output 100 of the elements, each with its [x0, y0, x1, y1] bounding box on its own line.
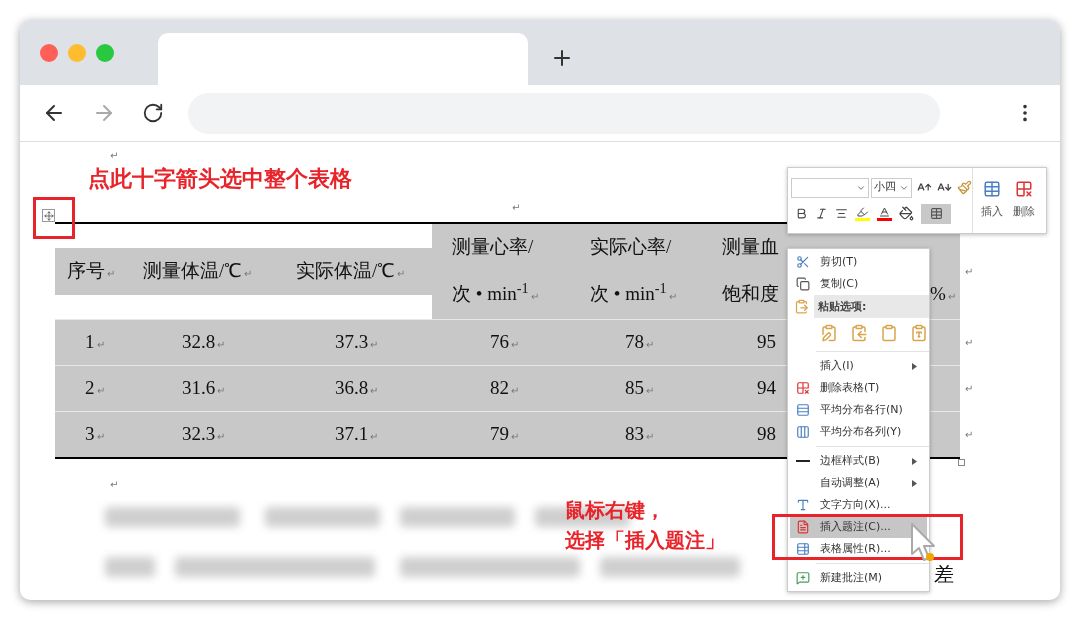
paragraph-mark: ↵: [646, 431, 654, 443]
paragraph-mark: ↵: [530, 291, 539, 303]
menu-item[interactable]: 平均分布各行(N): [790, 399, 927, 421]
paragraph-mark: ↵: [965, 265, 973, 279]
copy-icon: [796, 277, 810, 291]
scissors-icon: [796, 255, 810, 269]
reload-icon[interactable]: [142, 102, 164, 124]
table-cell-text: 2↵: [85, 376, 105, 401]
table-cell-text: 85↵: [625, 376, 654, 401]
paragraph-mark: ↵: [965, 427, 973, 442]
submenu-arrow-icon: [912, 479, 917, 487]
table-cell-text: 95: [757, 330, 776, 355]
text-direction-icon: [796, 498, 810, 512]
bold-icon[interactable]: [795, 207, 808, 220]
paste-picture-icon[interactable]: [880, 324, 898, 342]
table-cell-text: 82↵: [490, 376, 519, 401]
paste-text-icon[interactable]: [910, 324, 928, 342]
rows-icon: [796, 403, 810, 417]
menu-section-header: 粘贴选项:: [814, 295, 929, 318]
table-cell-text: 76↵: [490, 330, 519, 355]
annotation-line: 鼠标右键，: [565, 497, 666, 524]
insert-button[interactable]: 插入: [981, 180, 1003, 221]
column-header: %↵: [930, 282, 956, 307]
paragraph-mark: ↵: [110, 150, 119, 161]
menu-item[interactable]: 复制(C): [790, 273, 927, 295]
paragraph-mark: ↵: [244, 268, 253, 280]
comment-icon: [796, 571, 810, 585]
column-header: 测量体温/℃↵: [143, 259, 253, 284]
paragraph-mark: ↵: [370, 339, 379, 351]
highlighter-icon[interactable]: [855, 206, 870, 221]
paragraph-mark: ↵: [512, 202, 521, 213]
menu-item[interactable]: 边框样式(B): [790, 450, 927, 472]
font-name-field[interactable]: [791, 177, 869, 198]
paragraph-mark: ↵: [511, 385, 519, 397]
paste-keep-format-icon[interactable]: [820, 324, 838, 342]
resize-handle[interactable]: [958, 459, 965, 466]
menu-item[interactable]: 剪切(T): [790, 251, 927, 273]
table-delete-icon: [1015, 180, 1033, 199]
annotation-text: 点此十字箭头选中整个表格: [88, 165, 352, 193]
table-icon: [983, 180, 1001, 199]
paragraph-mark: ↵: [370, 431, 379, 443]
table-cell-text: 3↵: [85, 422, 105, 447]
paragraph-mark: ↵: [217, 431, 226, 443]
delete-button[interactable]: 删除: [1013, 180, 1035, 221]
table-cell-text: 79↵: [490, 422, 519, 447]
table-cell-text: 37.1↵: [335, 422, 379, 447]
italic-icon[interactable]: [815, 207, 828, 220]
paragraph-mark: ↵: [947, 291, 956, 303]
align-center-icon[interactable]: [835, 207, 848, 220]
font-size-field[interactable]: 小四: [870, 177, 913, 198]
format-painter-icon[interactable]: [957, 180, 972, 195]
paragraph-mark: ↵: [96, 431, 105, 443]
table-cell-text: 78↵: [625, 330, 654, 355]
column-header: 饱和度: [722, 282, 779, 307]
paragraph-mark: ↵: [965, 335, 973, 350]
borders-button[interactable]: [921, 203, 951, 224]
font-color-icon[interactable]: [877, 206, 892, 221]
paragraph-mark: ↵: [646, 385, 654, 397]
body-text: 差: [934, 562, 954, 587]
paragraph-mark: ↵: [96, 385, 105, 397]
highlight-frame: [33, 197, 75, 239]
menu-item[interactable]: 自动调整(A): [790, 472, 927, 494]
line-icon: [796, 460, 810, 462]
column-header: 序号↵: [67, 259, 115, 284]
paragraph-mark: ↵: [217, 385, 226, 397]
paragraph-mark: ↵: [668, 291, 677, 303]
columns-icon: [796, 425, 810, 439]
borders-icon: [929, 207, 943, 220]
paragraph-mark: ↵: [107, 268, 115, 280]
table-cell-text: 94: [757, 376, 776, 401]
menu-item[interactable]: 删除表格(T): [790, 377, 927, 399]
paragraph-mark: ↵: [511, 339, 519, 351]
paste-merge-icon[interactable]: [850, 324, 868, 342]
table-cell-text: 31.6↵: [182, 376, 226, 401]
menu-item[interactable]: 文字方向(X)...: [790, 494, 927, 516]
paragraph-mark: ↵: [370, 385, 379, 397]
table-cell-text: 36.8↵: [335, 376, 379, 401]
table-cell-text: 32.3↵: [182, 422, 226, 447]
table-cell-text: 37.3↵: [335, 330, 379, 355]
table-delete-icon: [796, 381, 810, 395]
column-header: 实际心率/: [590, 235, 672, 260]
paragraph-mark: ↵: [96, 339, 105, 351]
column-header: 测量血: [722, 235, 779, 260]
menu-item[interactable]: 平均分布各列(Y): [790, 421, 927, 443]
table-cell-text: 83↵: [625, 422, 654, 447]
menu-item[interactable]: 新建批注(M): [790, 567, 927, 589]
menu-item[interactable]: 插入(I): [790, 355, 927, 377]
table-cell-text: 98: [757, 422, 776, 447]
document-icon: [796, 520, 810, 534]
column-header: 次 • min$^{-1}$↵: [452, 280, 539, 307]
paint-bucket-icon[interactable]: [899, 206, 914, 221]
paragraph-mark: ↵: [511, 431, 519, 443]
paragraph-mark: ↵: [217, 339, 226, 351]
paragraph-mark: ↵: [397, 268, 406, 280]
paragraph-mark: ↵: [965, 381, 973, 396]
window-close-button[interactable]: [40, 44, 58, 62]
column-header: 次 • min$^{-1}$↵: [590, 280, 677, 307]
move-handle[interactable]: [42, 209, 55, 222]
paragraph-mark: ↵: [110, 479, 119, 490]
column-header: 测量心率/: [452, 235, 534, 260]
